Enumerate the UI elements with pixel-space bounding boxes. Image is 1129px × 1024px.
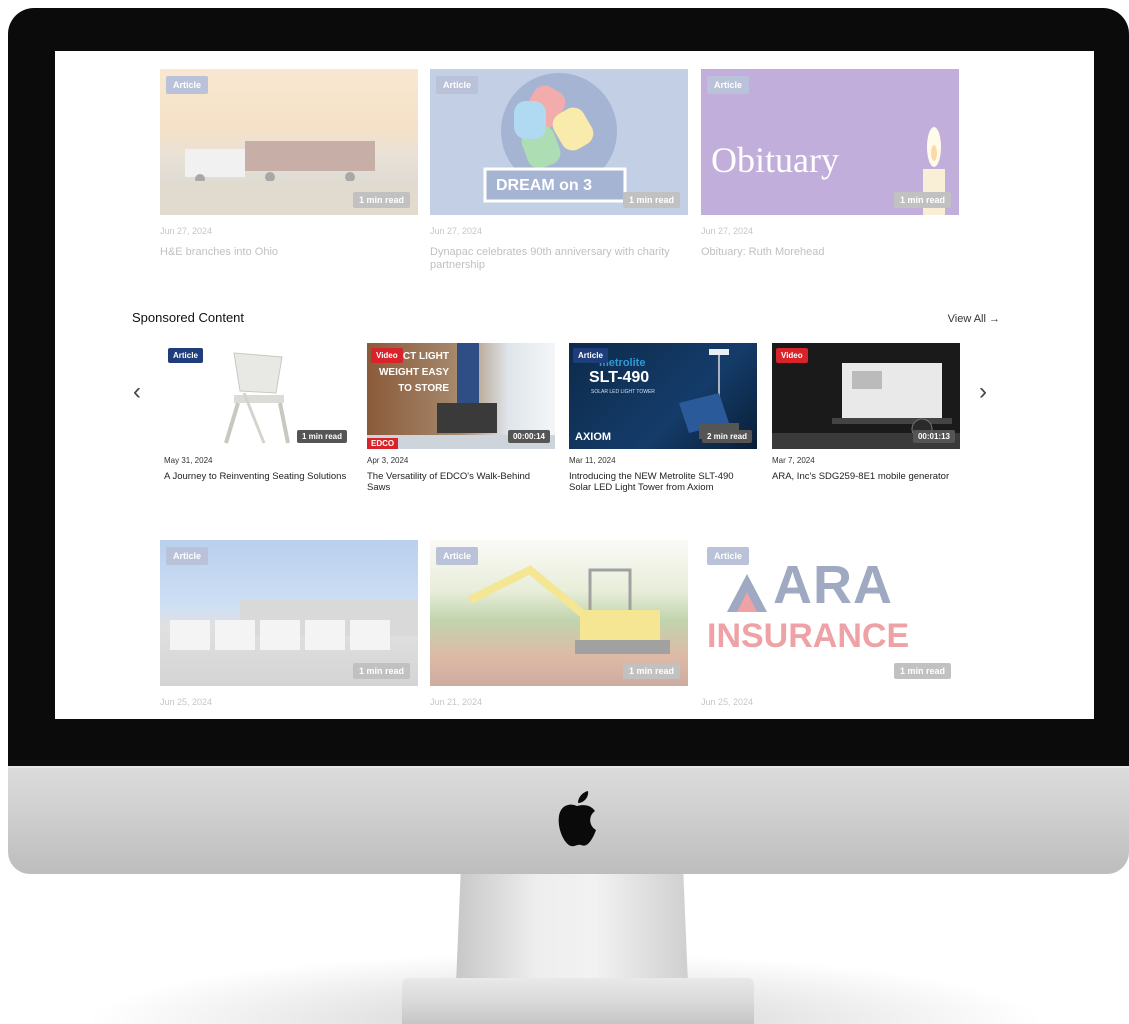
sponsored-thumbnail[interactable]: PACT LIGHT WEIGHT EASY TO STORE EDCO Vid…: [367, 343, 555, 449]
sponsored-card[interactable]: PACT LIGHT WEIGHT EASY TO STORE EDCO Vid…: [367, 343, 555, 493]
article-badge: Article: [436, 547, 479, 565]
article-badge: Article: [166, 76, 209, 94]
sponsored-badge: Article: [573, 348, 608, 363]
sponsored-date: Mar 7, 2024: [772, 456, 815, 465]
article-thumbnail[interactable]: Article 1 min read: [430, 540, 688, 686]
read-time: 1 min read: [893, 663, 951, 679]
read-time: 1 min read: [622, 663, 680, 679]
article-card[interactable]: Article 1 min read Jun 25, 2024: [160, 540, 418, 707]
sponsored-thumbnail[interactable]: Article 1 min read: [164, 343, 352, 449]
read-time: 2 min read: [701, 430, 752, 443]
sponsored-title[interactable]: ARA, Inc's SDG259-8E1 mobile generator: [772, 471, 960, 482]
sponsored-title[interactable]: A Journey to Reinventing Seating Solutio…: [164, 471, 352, 482]
article-date: Jun 21, 2024: [430, 697, 483, 707]
apple-logo-icon: [558, 791, 596, 847]
article-badge: Article: [707, 547, 750, 565]
article-thumbnail[interactable]: Article 1 min read: [160, 540, 418, 686]
article-title[interactable]: Obituary: Ruth Morehead: [701, 246, 959, 259]
sponsored-date: Mar 11, 2024: [569, 456, 616, 465]
sponsored-thumbnail[interactable]: metrolite SLT-490 SOLAR LED LIGHT TOWER …: [569, 343, 757, 449]
view-all-link[interactable]: View All →: [948, 313, 1000, 325]
article-badge: Article: [166, 547, 209, 565]
sponsored-title[interactable]: The Versatility of EDCO's Walk-Behind Sa…: [367, 471, 555, 493]
video-duration: 00:01:13: [912, 430, 955, 443]
edco-brand-logo: EDCO: [367, 438, 399, 449]
article-thumbnail[interactable]: ARA INSURANCE Article 1 min read: [701, 540, 959, 686]
article-date: Jun 27, 2024: [160, 226, 213, 236]
article-card[interactable]: Article 1 min read Jun 27, 2024 H&E bran…: [160, 69, 418, 259]
ara-logo-text: ARA: [773, 555, 893, 615]
sponsored-card[interactable]: Video 00:01:13 Mar 7, 2024 ARA, Inc's SD…: [772, 343, 960, 482]
dream-logo-text: DREAM on 3: [496, 177, 592, 194]
read-time: 1 min read: [296, 430, 347, 443]
article-thumbnail[interactable]: Obituary Article 1 min read: [701, 69, 959, 215]
sponsored-title[interactable]: Introducing the NEW Metrolite SLT-490 So…: [569, 471, 757, 493]
article-date: Jun 25, 2024: [701, 697, 754, 707]
sponsored-thumbnail[interactable]: Video 00:01:13: [772, 343, 960, 449]
carousel-next-arrow-icon[interactable]: ›: [979, 380, 987, 404]
article-card[interactable]: Obituary Article 1 min read Jun 27, 2024…: [701, 69, 959, 259]
read-time: 1 min read: [893, 192, 951, 208]
article-card[interactable]: DREAM on 3 Article 1 min read Jun 27, 20…: [430, 69, 688, 272]
monitor-foot: [402, 978, 754, 1024]
monitor-stand: [456, 874, 688, 984]
sponsored-card[interactable]: Article 1 min read May 31, 2024 A Journe…: [164, 343, 352, 482]
article-date: Jun 27, 2024: [430, 226, 483, 236]
article-date: Jun 27, 2024: [701, 226, 754, 236]
article-thumbnail[interactable]: Article 1 min read: [160, 69, 418, 215]
sponsored-badge: Video: [776, 348, 808, 363]
read-time: 1 min read: [622, 192, 680, 208]
article-date: Jun 25, 2024: [160, 697, 213, 707]
sponsored-heading: Sponsored Content: [132, 310, 245, 325]
read-time: 1 min read: [352, 192, 410, 208]
article-title[interactable]: Dynapac celebrates 90th anniversary with…: [430, 246, 688, 272]
screen: Article 1 min read Jun 27, 2024 H&E bran…: [55, 51, 1094, 719]
article-badge: Article: [707, 76, 750, 94]
axiom-logo: AXIOM: [575, 431, 612, 443]
light-tower-subtitle: SOLAR LED LIGHT TOWER: [591, 389, 655, 395]
sponsored-card[interactable]: metrolite SLT-490 SOLAR LED LIGHT TOWER …: [569, 343, 757, 493]
insurance-logo-text: INSURANCE: [707, 617, 910, 655]
carousel-prev-arrow-icon[interactable]: ‹: [133, 380, 141, 404]
article-thumbnail[interactable]: DREAM on 3 Article 1 min read: [430, 69, 688, 215]
article-badge: Article: [436, 76, 479, 94]
video-duration: 00:00:14: [507, 430, 550, 443]
article-card[interactable]: Article 1 min read Jun 21, 2024: [430, 540, 688, 707]
obituary-image-text: Obituary: [711, 140, 839, 180]
article-title[interactable]: H&E branches into Ohio: [160, 246, 418, 259]
sponsored-date: Apr 3, 2024: [367, 456, 409, 465]
slt-490-model-text: SLT-490: [589, 369, 650, 386]
sponsored-date: May 31, 2024: [164, 456, 213, 465]
sponsored-badge: Article: [168, 348, 203, 363]
sponsored-badge: Video: [371, 348, 403, 363]
article-card[interactable]: ARA INSURANCE Article 1 min read Jun 25,…: [701, 540, 959, 707]
read-time: 1 min read: [352, 663, 410, 679]
